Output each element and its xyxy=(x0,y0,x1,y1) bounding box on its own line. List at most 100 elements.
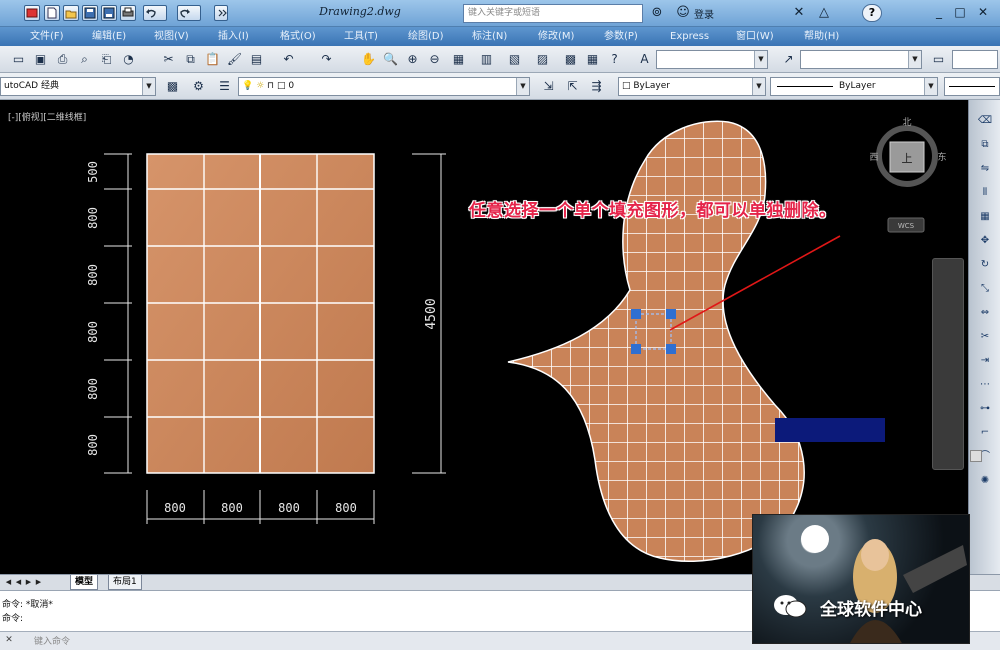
zoom-previous-icon[interactable]: ⊖ xyxy=(426,51,443,68)
design-center-tool-icon[interactable]: ▥ xyxy=(478,51,495,68)
layer-states-icon[interactable]: ⇶ xyxy=(588,78,605,95)
close-command-icon[interactable]: ✕ xyxy=(3,634,15,646)
text-style-select[interactable]: ▼ xyxy=(656,50,768,69)
calculator-icon[interactable]: ▦ xyxy=(584,51,601,68)
sheet-set-icon[interactable]: ▨ xyxy=(534,51,551,68)
help-tool-icon[interactable]: ? xyxy=(606,51,623,68)
cut-icon[interactable]: ✂ xyxy=(160,51,177,68)
maximize-icon[interactable]: □ xyxy=(951,4,969,21)
undo-tool-icon[interactable]: ↶ xyxy=(280,51,297,68)
layer-select[interactable]: 💡 ☼ ⊓ □ 0 ▼ xyxy=(238,77,530,96)
save-icon[interactable] xyxy=(82,5,98,21)
new-icon[interactable]: ▭ xyxy=(10,51,27,68)
tab-first-icon[interactable]: ◀ xyxy=(4,577,13,588)
menu-draw[interactable]: 绘图(D) xyxy=(408,29,444,44)
stretch-icon[interactable]: ⇔ xyxy=(977,306,993,320)
explode-icon[interactable]: ✺ xyxy=(977,474,993,488)
match-properties-icon[interactable]: 🖌 xyxy=(226,51,243,68)
dim-style-icon[interactable]: ↗ xyxy=(780,51,797,68)
paste-icon[interactable]: 📋 xyxy=(204,51,221,68)
make-current-icon[interactable]: ⇲ xyxy=(540,78,557,95)
table-style-select[interactable] xyxy=(952,50,998,69)
block-editor-icon[interactable]: ▤ xyxy=(248,51,265,68)
scale-icon[interactable]: ⤡ xyxy=(977,282,993,296)
text-style-icon[interactable]: A xyxy=(636,51,653,68)
menu-edit[interactable]: 编辑(E) xyxy=(92,29,126,44)
tab-model[interactable]: 模型 xyxy=(70,575,99,590)
table-style-icon[interactable]: ▭ xyxy=(930,51,947,68)
close-icon[interactable]: ✕ xyxy=(974,4,992,21)
menu-modify[interactable]: 修改(M) xyxy=(538,29,574,44)
menu-express[interactable]: Express xyxy=(670,29,709,44)
erase-icon[interactable]: ⌫ xyxy=(977,114,993,128)
tool-palettes-icon[interactable]: ▧ xyxy=(506,51,523,68)
exchange-icon[interactable]: ✕ xyxy=(790,4,808,22)
tab-last-icon[interactable]: ▶ xyxy=(34,577,43,588)
workspace-select[interactable]: utoCAD 经典 ▼ xyxy=(0,77,156,96)
join-icon[interactable]: ⊶ xyxy=(977,402,993,416)
save-as-icon[interactable] xyxy=(101,5,117,21)
app-menu-icon[interactable] xyxy=(24,5,40,21)
user-icon[interactable]: ☺ xyxy=(674,4,692,22)
move-icon[interactable]: ✥ xyxy=(977,234,993,248)
color-select[interactable]: □ ByLayer ▼ xyxy=(618,77,766,96)
open-folder-icon[interactable] xyxy=(63,5,79,21)
linetype-select[interactable]: ByLayer ▼ xyxy=(770,77,938,96)
offset-icon[interactable]: ⫴ xyxy=(977,186,993,200)
copy-icon[interactable]: ⧉ xyxy=(182,51,199,68)
tab-prev-icon[interactable]: ◀ xyxy=(14,577,23,588)
redo-tool-icon[interactable]: ↷ xyxy=(318,51,335,68)
login-link[interactable]: 登录 xyxy=(694,6,714,21)
zoom-window-icon[interactable]: ⊕ xyxy=(404,51,421,68)
tile-grid[interactable] xyxy=(146,153,375,474)
properties-icon[interactable]: ▦ xyxy=(450,51,467,68)
menu-parametric[interactable]: 参数(P) xyxy=(604,29,638,44)
copy-object-icon[interactable]: ⧉ xyxy=(977,138,993,152)
menu-insert[interactable]: 插入(I) xyxy=(218,29,249,44)
trim-icon[interactable]: ✂ xyxy=(977,330,993,344)
redo-icon[interactable] xyxy=(177,5,201,21)
plot-icon[interactable]: ⎙ xyxy=(54,51,71,68)
tab-next-icon[interactable]: ▶ xyxy=(24,577,33,588)
dim-style-select[interactable]: ▼ xyxy=(800,50,922,69)
viewport-controls[interactable]: [-][俯视][二维线框] xyxy=(8,110,86,123)
quick-access-more-icon[interactable] xyxy=(214,5,228,21)
triangle-icon[interactable]: △ xyxy=(815,4,833,22)
drawing-canvas[interactable]: 500 800 800 800 800 800 4500 800 800 800 xyxy=(0,100,968,574)
scrollbar-thumb[interactable] xyxy=(970,450,982,462)
pan-icon[interactable]: ✋ xyxy=(360,51,377,68)
extend-icon[interactable]: ⇥ xyxy=(977,354,993,368)
command-input[interactable]: 键入命令 xyxy=(34,634,70,647)
navigation-bar[interactable] xyxy=(932,258,964,470)
cad-drawing[interactable]: 500 800 800 800 800 800 4500 800 800 800 xyxy=(0,100,968,574)
menu-window[interactable]: 窗口(W) xyxy=(736,29,774,44)
lineweight-select[interactable] xyxy=(944,77,1000,96)
grip-top-left[interactable] xyxy=(631,309,641,319)
binoculars-icon[interactable]: ⊚ xyxy=(648,4,666,22)
search-input[interactable]: 键入关键字或短语 xyxy=(463,4,643,23)
grip-bottom-right[interactable] xyxy=(666,344,676,354)
markup-icon[interactable]: ▩ xyxy=(562,51,579,68)
array-icon[interactable]: ▦ xyxy=(977,210,993,224)
layer-previous-icon[interactable]: ⇱ xyxy=(564,78,581,95)
minimize-icon[interactable]: _ xyxy=(930,4,948,21)
hatched-shape[interactable] xyxy=(500,110,830,574)
design-center-icon[interactable]: ◔ xyxy=(120,51,137,68)
new-file-icon[interactable] xyxy=(44,5,60,21)
menu-dimension[interactable]: 标注(N) xyxy=(472,29,507,44)
zoom-realtime-icon[interactable]: 🔍 xyxy=(382,51,399,68)
grip-bottom-left[interactable] xyxy=(631,344,641,354)
customize-icon[interactable]: ⚙ xyxy=(190,78,207,95)
help-icon[interactable]: ? xyxy=(862,4,882,22)
mirror-icon[interactable]: ⇋ xyxy=(977,162,993,176)
menu-help[interactable]: 帮助(H) xyxy=(804,29,839,44)
break-icon[interactable]: ⋯ xyxy=(977,378,993,392)
menu-view[interactable]: 视图(V) xyxy=(154,29,189,44)
undo-icon[interactable] xyxy=(143,5,167,21)
publish-icon[interactable]: ⎗ xyxy=(98,51,115,68)
chamfer-icon[interactable]: ⌐ xyxy=(977,426,993,440)
menu-file[interactable]: 文件(F) xyxy=(30,29,64,44)
layer-properties-icon[interactable]: ☰ xyxy=(216,78,233,95)
print-icon[interactable] xyxy=(120,5,136,21)
grip-top-right[interactable] xyxy=(666,309,676,319)
